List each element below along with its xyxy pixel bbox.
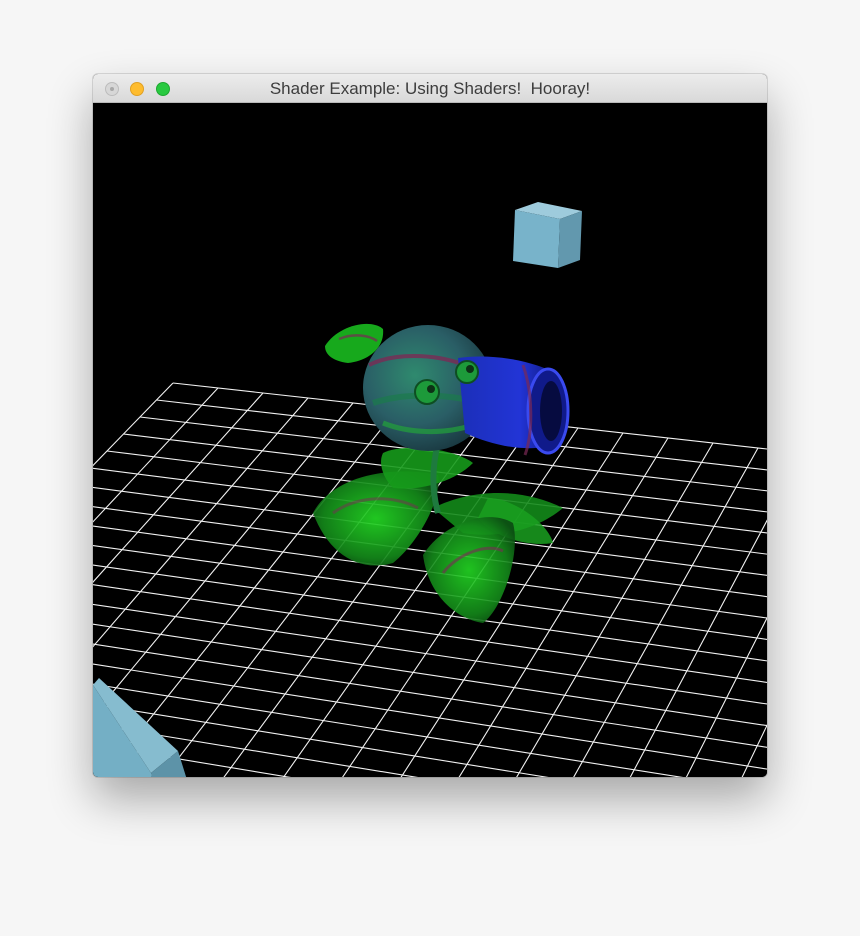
grid-line (93, 397, 309, 648)
window-title: Shader Example: Using Shaders! Hooray! (269, 79, 591, 98)
light-cube-near (93, 678, 187, 777)
grid-line (93, 603, 767, 705)
grid-line (93, 663, 767, 770)
app-window: Shader Example: Using Shaders! Hooray! (93, 74, 767, 777)
grid-line (93, 382, 174, 467)
grid-line (123, 433, 767, 513)
title-bar[interactable]: Shader Example: Using Shaders! Hooray! (93, 74, 767, 103)
light-cube-far (513, 202, 582, 268)
grid-line (685, 616, 767, 777)
scene-canvas (93, 202, 767, 777)
grid-line (93, 764, 168, 777)
grid-line (93, 392, 264, 583)
gl-viewport[interactable] (93, 103, 767, 777)
grid-line (516, 442, 714, 777)
grid-line (93, 584, 767, 683)
grid-line (93, 525, 767, 619)
